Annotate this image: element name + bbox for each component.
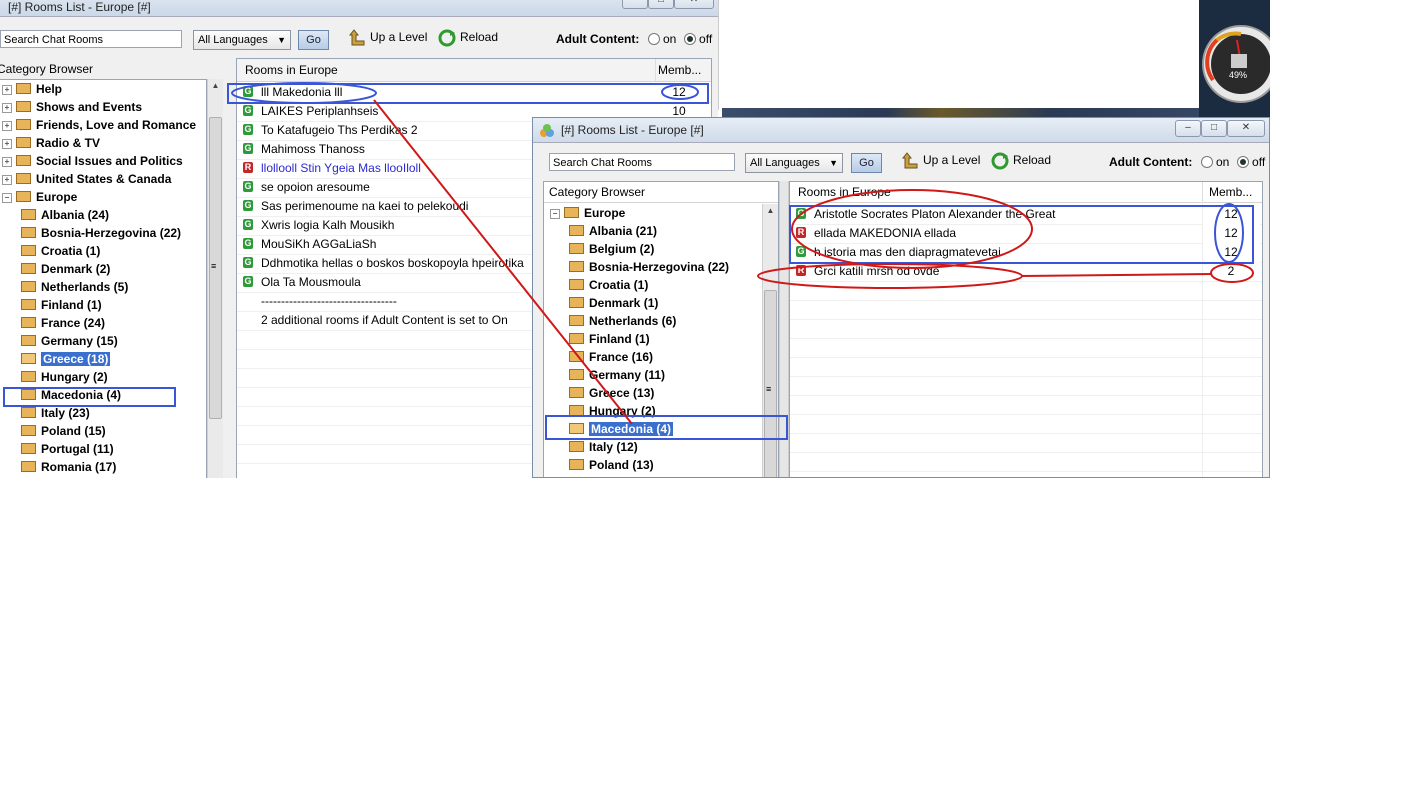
underline-annotation: [1021, 273, 1213, 277]
ellipse-annotation-members-column: [1214, 203, 1244, 263]
annotation-overlay: [231, 82, 1254, 425]
arrow-line-annotation: [373, 99, 633, 425]
ellipse-annotation-greek-rooms: [791, 189, 1033, 269]
ellipse-annotation-grci-members: [1210, 263, 1254, 283]
ellipse-annotation-makedonia: [231, 82, 377, 104]
ellipse-annotation-members-12: [661, 84, 699, 100]
